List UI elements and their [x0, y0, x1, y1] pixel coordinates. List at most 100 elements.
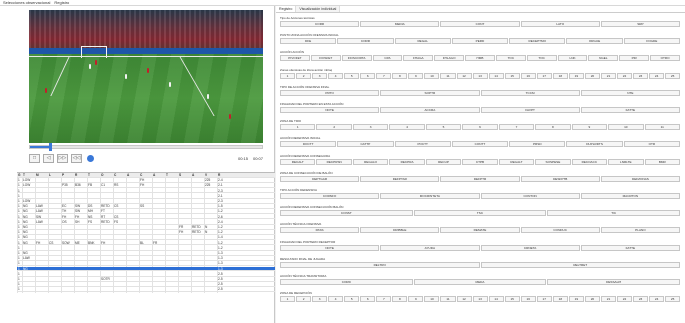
category-button[interactable]: DUPLRDTS [566, 141, 623, 148]
category-button[interactable]: 4 [328, 296, 344, 303]
category-button[interactable]: RECPRSN [316, 158, 352, 165]
category-button[interactable]: LNRLTE [608, 158, 644, 165]
table-row[interactable]: 1 1-2 [17, 246, 275, 251]
category-button[interactable]: LATO [520, 21, 600, 27]
tab-visualizacion[interactable]: Visualización individual [296, 6, 341, 12]
category-button[interactable]: MEDA [413, 279, 547, 285]
category-button[interactable]: 16 [520, 296, 536, 303]
category-button[interactable]: 10 [424, 72, 440, 79]
category-button[interactable]: DESFPTB [520, 175, 600, 182]
category-button[interactable]: CONST [280, 210, 413, 217]
category-button[interactable]: NOTE [280, 244, 380, 251]
category-button[interactable]: 1 [280, 296, 296, 303]
table-row[interactable]: 1 2-1 [17, 194, 275, 199]
category-button[interactable]: DESSALPI [547, 279, 681, 285]
progress-knob[interactable] [48, 143, 52, 151]
category-button[interactable]: 8 [392, 72, 408, 79]
category-button[interactable]: 5 [425, 124, 462, 131]
category-button[interactable]: FIOSFET [310, 55, 341, 62]
volume-icon[interactable] [87, 154, 94, 162]
category-button[interactable]: 8 [392, 296, 408, 303]
menu-item[interactable]: Registro [54, 0, 69, 5]
category-button[interactable]: 17 [536, 72, 552, 79]
category-button[interactable]: 23 [633, 296, 649, 303]
category-button[interactable]: MEDIA [360, 21, 440, 27]
category-button[interactable]: RELTRET [480, 261, 680, 268]
category-button[interactable]: DEPTGAR [280, 175, 360, 182]
category-button[interactable]: SOSPESE [535, 158, 571, 165]
table-row[interactable]: 1 2-5 [17, 287, 275, 293]
category-button[interactable]: RECUP [425, 158, 462, 165]
category-button[interactable]: FAVPT [480, 107, 580, 113]
table-row[interactable]: 1 SOTR 2-5 [17, 277, 275, 282]
category-button[interactable]: 25 [665, 72, 681, 79]
category-button[interactable]: 20 [584, 72, 600, 79]
category-button[interactable]: TIC [547, 210, 681, 217]
table-row[interactable]: 1 2-5 [17, 282, 275, 287]
table-row[interactable]: 1 NG FR RETD N 1-2 [17, 225, 275, 230]
category-button[interactable]: 15 [504, 296, 520, 303]
category-button[interactable]: MOCRINTETA [380, 193, 480, 199]
category-button[interactable]: 24 [649, 296, 665, 303]
category-button[interactable]: 21 [600, 296, 616, 303]
menu-item[interactable]: Selecciones observacional [3, 0, 50, 5]
previous-button[interactable]: ◁ [43, 153, 54, 163]
category-button[interactable]: 14 [488, 72, 504, 79]
category-button[interactable]: DEFPTR [440, 175, 520, 182]
category-button[interactable]: NTE [580, 89, 680, 96]
category-button[interactable]: PLANO [600, 227, 681, 234]
category-button[interactable]: 9 [571, 124, 608, 131]
category-button[interactable]: 1 [280, 72, 296, 79]
category-button[interactable]: CONT [440, 21, 520, 27]
table-row[interactable]: 1 NG FH RETD N 1-2 [17, 230, 275, 235]
forward-button[interactable]: ▷▷ [57, 153, 68, 163]
category-button[interactable]: CATTP [337, 141, 394, 148]
category-button[interactable]: 19 [568, 296, 584, 303]
table-row[interactable]: 1 NG LAW TH SW MH FT 1-2 [17, 209, 275, 215]
category-button[interactable]: REGALT [498, 158, 535, 165]
category-button[interactable]: BMR [644, 158, 680, 165]
category-button[interactable]: FOGDE [623, 38, 680, 45]
category-button[interactable]: 10 [424, 296, 440, 303]
category-button[interactable]: 3 [352, 124, 389, 131]
table-row[interactable]: 1 2-5 [17, 272, 275, 277]
category-button[interactable]: HMB [465, 55, 495, 62]
category-button[interactable]: FHAGA [403, 55, 434, 62]
category-button[interactable]: 7 [376, 72, 392, 79]
category-button[interactable]: 22 [616, 296, 633, 303]
category-button[interactable]: 5 [344, 296, 360, 303]
category-button[interactable]: 13 [472, 296, 488, 303]
category-button[interactable]: 8 [535, 124, 571, 131]
category-button[interactable]: ACCRA [380, 107, 480, 113]
category-button[interactable]: RELTRO [280, 261, 480, 268]
category-button[interactable]: TSC [413, 210, 547, 217]
category-button[interactable]: 13 [472, 72, 488, 79]
category-button[interactable]: PERD [451, 38, 509, 45]
category-button[interactable]: 6 [360, 296, 376, 303]
category-button[interactable]: FATTE [580, 107, 680, 113]
category-button[interactable]: MACRTON [580, 193, 680, 199]
category-button[interactable]: 12 [456, 72, 472, 79]
table-row[interactable]: 1 NG FH CS SOW ME BNK FH BL FR 1-2 [17, 241, 275, 246]
category-button[interactable]: REMATE [440, 227, 520, 234]
category-button[interactable]: REGAL [394, 38, 451, 45]
category-button[interactable]: 18 [552, 296, 568, 303]
category-button[interactable]: CONDUC [520, 227, 600, 234]
category-button[interactable]: CONTT [451, 141, 509, 148]
category-button[interactable]: FATTE [580, 244, 680, 251]
table-row[interactable]: 1 LOW 2-3 [17, 199, 275, 204]
category-button[interactable]: 21 [600, 72, 616, 79]
category-button[interactable]: POCTT [394, 141, 451, 148]
category-button[interactable]: OTRO [650, 55, 680, 62]
category-button[interactable]: 11 [644, 124, 680, 131]
category-button[interactable]: REGALO [352, 158, 389, 165]
category-button[interactable]: DFE [280, 38, 337, 45]
category-button[interactable]: RECOACC [571, 158, 608, 165]
category-button[interactable]: CORNFO [280, 193, 380, 199]
category-button[interactable]: FHLAGO [434, 55, 465, 62]
category-button[interactable]: SOPTR [380, 89, 480, 96]
category-button[interactable]: 4 [328, 72, 344, 79]
category-button[interactable]: 6 [360, 72, 376, 79]
category-button[interactable]: 2 [296, 72, 312, 79]
category-button[interactable]: 16 [520, 72, 536, 79]
